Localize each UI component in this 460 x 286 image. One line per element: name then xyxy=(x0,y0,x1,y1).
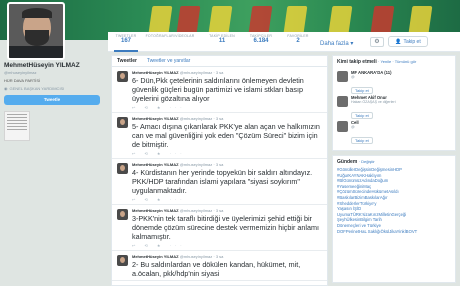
tweet-text: 6- Dün,Pkk çetelerinin saldırılarını önl… xyxy=(132,76,304,103)
tweet[interactable]: MehmetHüseyin YILMAZ @mhuseyinyilmaz · 3… xyxy=(112,67,327,113)
trends-title: Gündem · Değiştir xyxy=(337,159,375,165)
tweet[interactable]: MehmetHüseyin YILMAZ @mhuseyinyilmaz · 3… xyxy=(112,113,327,159)
tweet-header: MehmetHüseyin YILMAZ @mhuseyinyilmaz · 3… xyxy=(132,162,224,167)
suggestion-item: MF ANKARA'DA (11) @ Takip et xyxy=(337,70,451,94)
trends-panel: Gündem · Değiştir #GönüllerDeğişsinDeğiş… xyxy=(332,155,456,283)
stat-followers[interactable]: TAKİPÇİLER 6.184 xyxy=(248,34,274,44)
tweet-actions[interactable]: ↩ ⟲ ★ ··· xyxy=(132,105,322,110)
more-menu[interactable]: Daha fazla ▾ xyxy=(320,40,353,47)
tweet-avatar[interactable] xyxy=(117,71,128,82)
tweet-avatar[interactable] xyxy=(117,117,128,128)
who-to-follow: Kimi takip etmeli · Yenile · Tümünü gör … xyxy=(332,55,456,151)
right-sidebar: Kimi takip etmeli · Yenile · Tümünü gör … xyxy=(332,55,456,286)
profile-handle[interactable]: @mhuseyinyilmaz xyxy=(4,70,104,75)
avatar-beard xyxy=(25,30,49,46)
avatar-suit xyxy=(9,46,63,58)
tweet-text: 4- Kürdistanın her yerinde topyekün bir … xyxy=(132,168,313,195)
profile-name[interactable]: MehmetHüseyin YILMAZ xyxy=(4,62,104,69)
tweet[interactable]: MehmetHüseyin YILMAZ @mhuseyinyilmaz · 3… xyxy=(112,159,327,205)
tab-tweets[interactable]: Tweetler xyxy=(117,58,137,64)
suggestion-avatar[interactable] xyxy=(337,121,348,132)
tweet-actions[interactable]: ↩ ⟲ ★ ··· xyxy=(132,151,322,156)
profile-card: MehmetHüseyin YILMAZ @mhuseyinyilmaz HÜR… xyxy=(4,62,104,141)
tweet-text: 2- Bu saldırılardan ve dökülen kandan, h… xyxy=(132,260,301,278)
stat-favorites[interactable]: FAVORİLER 2 xyxy=(286,34,310,44)
tweet-avatar[interactable] xyxy=(117,209,128,220)
tweet-header: MehmetHüseyin YILMAZ @mhuseyinyilmaz · 3… xyxy=(132,70,224,75)
stat-following[interactable]: TAKİP EDİLEN 11 xyxy=(208,34,236,44)
avatar-hair xyxy=(22,8,52,18)
trend-item[interactable]: DOFPerinetHaL SaklığıÖkülJikaYinkİBOVT xyxy=(337,229,451,235)
timeline: Tweetler Tweetler ve yanıtlar MehmetHüse… xyxy=(111,55,328,286)
who-to-follow-title: Kimi takip etmeli · Yenile · Tümünü gör xyxy=(337,59,417,65)
tweet-header: MehmetHüseyin YILMAZ @mhuseyinyilmaz · 3… xyxy=(132,254,224,259)
timeline-tabs: Tweetler Tweetler ve yanıtlar xyxy=(112,56,327,67)
tweet-actions[interactable]: ↩ ⟲ ★ ··· xyxy=(132,243,322,248)
profile-meta: ◉ GENEL BAŞKAN YARDIMCISI xyxy=(4,86,65,91)
tweet-avatar[interactable] xyxy=(117,255,128,266)
tweet-avatar[interactable] xyxy=(117,163,128,174)
follow-suggestion-button[interactable]: Takip et xyxy=(351,137,373,144)
gear-icon[interactable]: ⚙ xyxy=(370,37,384,47)
tweet-text: 3-PKK'nin tek taraflı bitirdiği ve üyele… xyxy=(132,214,319,241)
follow-button[interactable]: 👤 Takip et xyxy=(388,36,428,47)
tweet-text: 5- Amacı dışına çıkarılarak PKK'ye alan … xyxy=(132,122,320,149)
tab-tweets-replies[interactable]: Tweetler ve yanıtlar xyxy=(147,58,190,64)
location-icon: ◉ xyxy=(4,86,8,91)
tweet-to-button[interactable]: Tweetle xyxy=(4,95,100,105)
tweet-header: MehmetHüseyin YILMAZ @mhuseyinyilmaz · 3… xyxy=(132,208,224,213)
profile-nav: TWEETLER 167 FOTOĞRAFLAR/VİDEOLAR TAKİP … xyxy=(108,32,460,52)
suggestion-item: Cell @ Takip et xyxy=(337,120,451,144)
profile-avatar[interactable] xyxy=(7,2,65,60)
follow-user-icon: 👤 xyxy=(395,38,402,45)
tweet[interactable]: MehmetHüseyin YILMAZ @mhuseyinyilmaz · 3… xyxy=(112,205,327,251)
follow-suggestion-button[interactable]: Takip et xyxy=(351,112,373,119)
profile-bio: HÜR DAVA PARTİSİ xyxy=(4,78,41,83)
suggestion-avatar[interactable] xyxy=(337,96,348,107)
tweet-actions[interactable]: ↩ ⟲ ★ ··· xyxy=(132,197,322,202)
stat-media[interactable]: FOTOĞRAFLAR/VİDEOLAR xyxy=(144,34,196,38)
follow-suggestion-button[interactable]: Takip et xyxy=(351,87,373,94)
suggestion-item: Mehmet Akif Onur Hakan ÖZAŞAŞ ve diğerle… xyxy=(337,95,451,119)
tweet[interactable]: MehmetHüseyin YILMAZ @mhuseyinyilmaz · 3… xyxy=(112,251,327,281)
suggestion-avatar[interactable] xyxy=(337,71,348,82)
stat-tweets[interactable]: TWEETLER 167 xyxy=(114,34,138,52)
media-thumbnail[interactable] xyxy=(4,111,30,141)
tweet-header: MehmetHüseyin YILMAZ @mhuseyinyilmaz · 3… xyxy=(132,116,224,121)
